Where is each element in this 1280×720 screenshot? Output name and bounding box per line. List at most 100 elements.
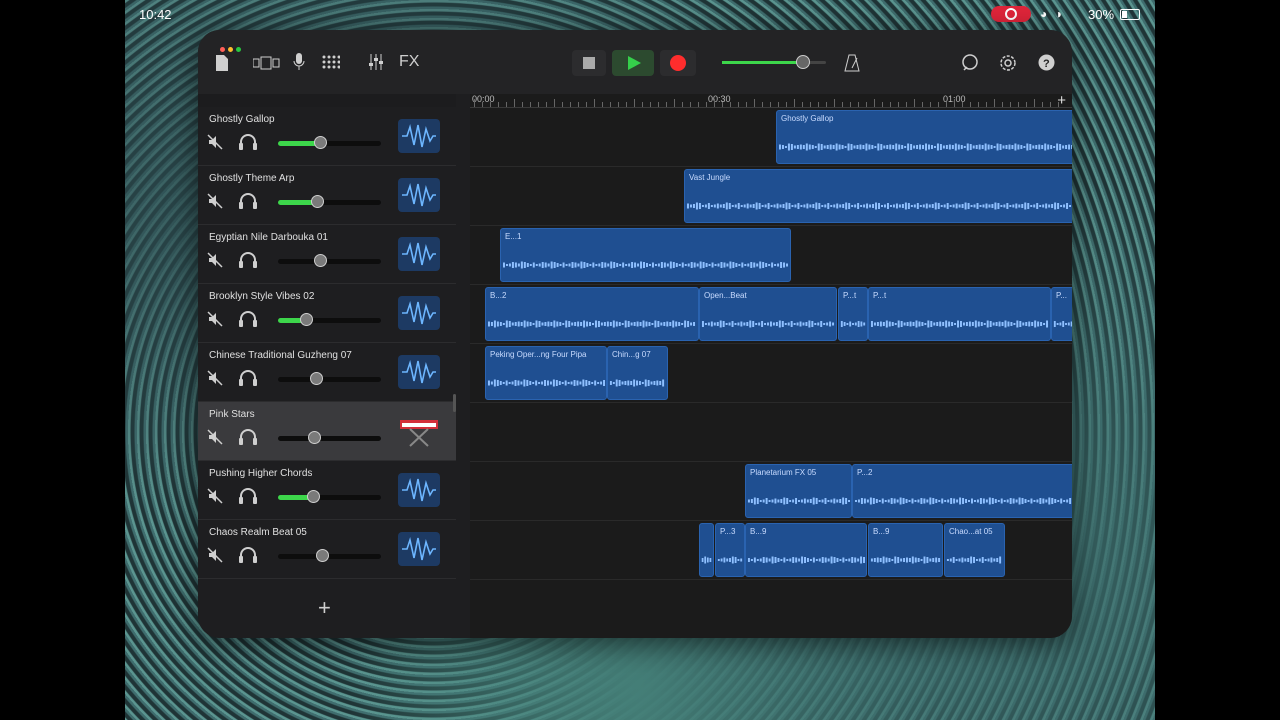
timeline-lane[interactable] — [470, 403, 1072, 462]
mute-icon[interactable] — [207, 370, 223, 386]
region-waveform — [609, 379, 665, 387]
mute-icon[interactable] — [207, 193, 223, 209]
ruler-tick — [1034, 99, 1035, 107]
audio-region[interactable]: P... — [1051, 287, 1072, 341]
mute-icon[interactable] — [207, 429, 223, 445]
headphones-icon[interactable] — [238, 251, 258, 269]
mute-icon[interactable] — [207, 488, 223, 504]
headphones-icon[interactable] — [238, 546, 258, 564]
audio-region[interactable]: Ghostly Gallop — [776, 110, 1072, 164]
fx-button[interactable]: FX — [399, 53, 419, 71]
screen-recording-indicator[interactable] — [991, 6, 1031, 22]
track-header[interactable]: Ghostly Theme Arp — [198, 166, 456, 225]
waveform-icon[interactable] — [398, 355, 440, 389]
ruler-tick — [578, 102, 579, 107]
master-volume-slider[interactable] — [722, 55, 826, 69]
ruler-tick — [994, 99, 995, 107]
waveform-icon[interactable] — [398, 473, 440, 507]
waveform-icon[interactable] — [398, 296, 440, 330]
headphones-icon[interactable] — [238, 133, 258, 151]
mixer-icon[interactable] — [368, 54, 384, 70]
metronome-icon[interactable] — [844, 54, 860, 72]
help-icon[interactable]: ? — [1038, 54, 1055, 71]
volume-slider[interactable] — [278, 490, 381, 503]
timeline-lane[interactable]: B...2 Open...Beat P...t P...t P... — [470, 285, 1072, 344]
volume-slider[interactable] — [278, 313, 381, 326]
volume-slider[interactable] — [278, 431, 381, 444]
ruler-tick — [498, 102, 499, 107]
mute-icon[interactable] — [207, 134, 223, 150]
volume-slider[interactable] — [278, 254, 381, 267]
audio-region[interactable]: Chin...g 07 — [607, 346, 668, 400]
volume-slider[interactable] — [278, 372, 381, 385]
settings-icon[interactable] — [999, 54, 1017, 72]
resize-handle[interactable] — [453, 394, 456, 412]
waveform-icon[interactable] — [398, 237, 440, 271]
timeline-lane[interactable]: P...3 B...9 B...9 Chao...at 05 — [470, 521, 1072, 580]
volume-slider[interactable] — [278, 136, 381, 149]
volume-knob[interactable] — [314, 136, 328, 149]
headphones-icon[interactable] — [238, 428, 258, 446]
play-button[interactable] — [612, 50, 654, 76]
volume-slider[interactable] — [278, 549, 381, 562]
ruler-tick — [778, 102, 779, 107]
stop-button[interactable] — [572, 50, 606, 76]
view-toggle-icon[interactable] — [253, 56, 281, 70]
timeline-lane[interactable]: Ghostly Gallop — [470, 108, 1072, 167]
track-name: Chaos Realm Beat 05 — [209, 527, 307, 538]
timeline-lane[interactable]: Peking Oper...ng Four Pipa Chin...g 07 — [470, 344, 1072, 403]
microphone-icon[interactable] — [292, 52, 306, 72]
volume-knob[interactable] — [310, 372, 324, 385]
audio-region[interactable]: Open...Beat — [699, 287, 837, 341]
master-volume-knob[interactable] — [796, 55, 811, 69]
headphones-icon[interactable] — [238, 369, 258, 387]
track-header[interactable]: Pushing Higher Chords — [198, 461, 456, 520]
waveform-icon[interactable] — [398, 119, 440, 153]
audio-region[interactable]: Planetarium FX 05 — [745, 464, 852, 518]
mute-icon[interactable] — [207, 547, 223, 563]
headphones-icon[interactable] — [238, 192, 258, 210]
keyboard-icon[interactable] — [398, 414, 440, 448]
track-header[interactable]: Brooklyn Style Vibes 02 — [198, 284, 456, 343]
timeline-area[interactable]: 00:00 00:30 01:00 + Ghostly Gallop Vast J… — [453, 92, 1072, 638]
track-header[interactable]: Pink Stars — [198, 402, 456, 461]
track-header[interactable]: Chinese Traditional Guzheng 07 — [198, 343, 456, 402]
timeline-lane[interactable]: E...1 — [470, 226, 1072, 285]
volume-knob[interactable] — [307, 490, 321, 503]
volume-slider[interactable] — [278, 195, 381, 208]
audio-region[interactable]: Chao...at 05 — [944, 523, 1005, 577]
audio-region[interactable]: P...t — [838, 287, 868, 341]
headphones-icon[interactable] — [238, 310, 258, 328]
audio-region[interactable]: B...9 — [745, 523, 867, 577]
timeline-lane[interactable]: Vast Jungle — [470, 167, 1072, 226]
audio-region[interactable] — [699, 523, 714, 577]
volume-knob[interactable] — [299, 313, 313, 326]
volume-knob[interactable] — [314, 254, 328, 267]
audio-region[interactable]: Peking Oper...ng Four Pipa — [485, 346, 607, 400]
track-header[interactable]: Egyptian Nile Darbouka 01 — [198, 225, 456, 284]
add-track-button[interactable]: + — [318, 595, 331, 621]
mute-icon[interactable] — [207, 311, 223, 327]
timeline-lane[interactable]: Planetarium FX 05 P...2 — [470, 462, 1072, 521]
track-header[interactable]: Ghostly Gallop — [198, 107, 456, 166]
headphones-icon[interactable] — [238, 487, 258, 505]
mute-icon[interactable] — [207, 252, 223, 268]
audio-region[interactable]: P...2 — [852, 464, 1072, 518]
audio-region[interactable]: P...3 — [715, 523, 745, 577]
track-header[interactable]: Chaos Realm Beat 05 — [198, 520, 456, 579]
audio-region[interactable]: Vast Jungle — [684, 169, 1072, 223]
grid-icon[interactable] — [322, 55, 340, 69]
volume-knob[interactable] — [316, 549, 330, 562]
audio-region[interactable]: B...2 — [485, 287, 699, 341]
audio-region[interactable]: B...9 — [868, 523, 943, 577]
waveform-icon[interactable] — [398, 178, 440, 212]
loop-icon[interactable] — [961, 54, 979, 72]
document-icon[interactable] — [214, 54, 230, 72]
volume-knob[interactable] — [311, 195, 325, 208]
audio-region[interactable]: E...1 — [500, 228, 791, 282]
timeline-ruler[interactable]: 00:00 00:30 01:00 + — [470, 92, 1072, 109]
audio-region[interactable]: P...t — [868, 287, 1051, 341]
volume-knob[interactable] — [308, 431, 322, 444]
record-button[interactable] — [660, 50, 696, 76]
waveform-icon[interactable] — [398, 532, 440, 566]
